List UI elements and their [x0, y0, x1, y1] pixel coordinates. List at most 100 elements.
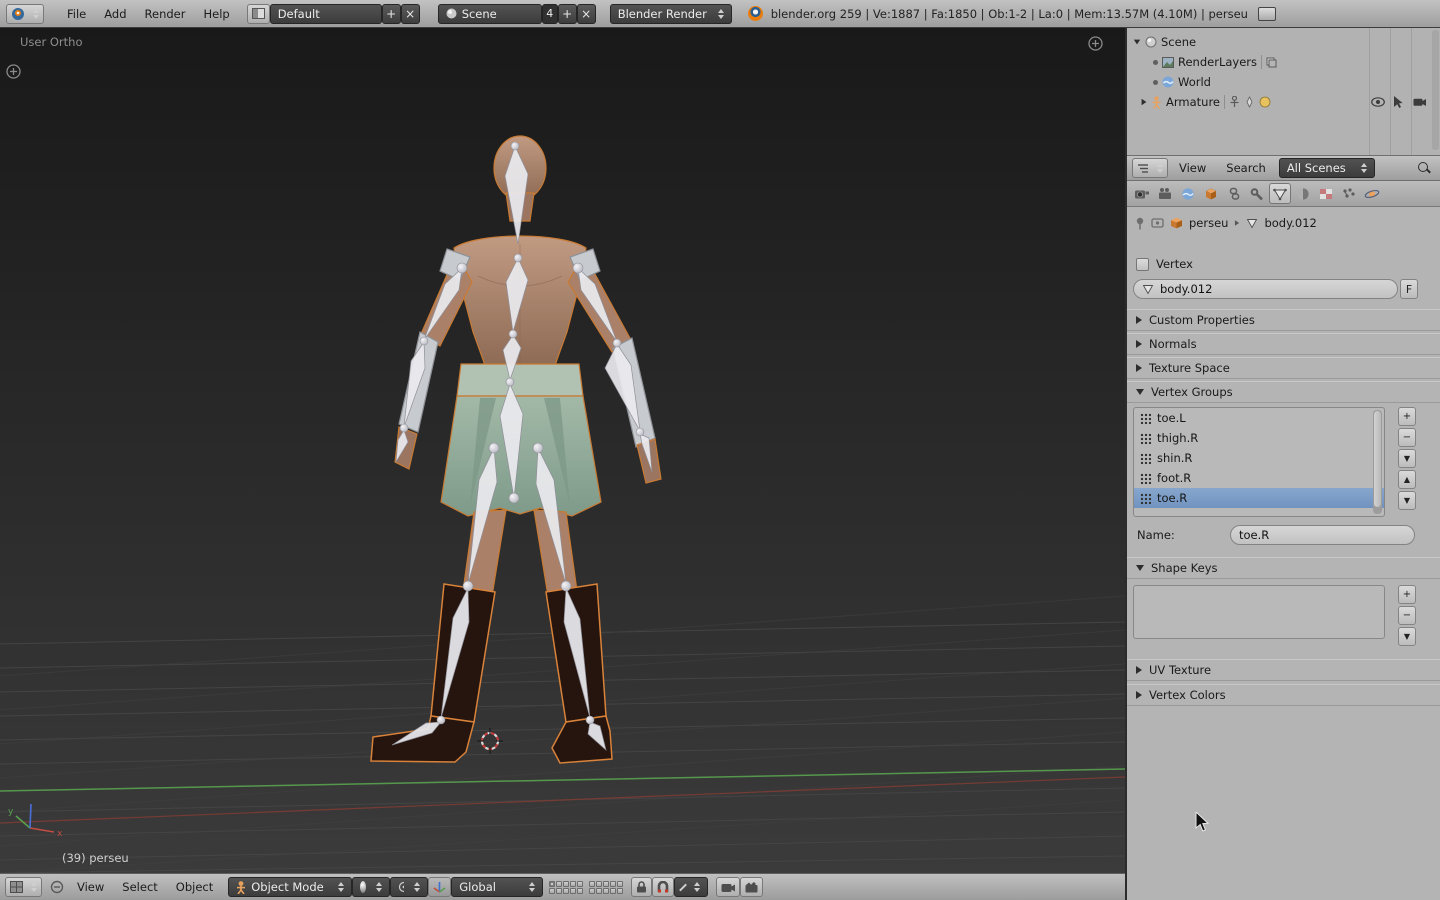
menu-select[interactable]: Select	[113, 880, 166, 894]
panel-normals[interactable]: Normals	[1127, 333, 1440, 355]
3d-viewport[interactable]: x y User Ortho (39) perseu	[0, 28, 1125, 873]
lock-camera-toggle[interactable]	[631, 877, 653, 897]
panel-shape-keys[interactable]: Shape Keys	[1127, 557, 1440, 579]
menu-view[interactable]: View	[1170, 161, 1215, 175]
add-shapekey-button[interactable]: +	[1398, 585, 1416, 604]
shape-keys-list[interactable]	[1133, 585, 1385, 639]
window-duplicate-icon[interactable]	[1257, 6, 1276, 21]
delete-layout-button[interactable]: ×	[400, 3, 420, 24]
panel-uv-texture[interactable]: UV Texture	[1127, 659, 1440, 681]
outliner-display-dropdown[interactable]: All Scenes	[1278, 158, 1375, 178]
menu-help[interactable]: Help	[194, 7, 238, 21]
tab-constraints[interactable]	[1223, 183, 1245, 204]
remove-shapekey-button[interactable]: −	[1398, 606, 1416, 625]
screen-layout-field[interactable]: Default	[269, 3, 382, 24]
list-scrollbar[interactable]	[1373, 410, 1382, 514]
screen-layout-browse-button[interactable]	[246, 3, 270, 24]
expander-down-icon[interactable]	[1133, 39, 1141, 45]
panel-custom-properties[interactable]: Custom Properties	[1127, 309, 1440, 331]
mode-dropdown[interactable]: Object Mode	[228, 877, 353, 897]
shapekey-specials-button[interactable]: ▼	[1398, 627, 1416, 646]
vertex-group-item[interactable]: thigh.R	[1134, 428, 1384, 448]
outliner-row-scene[interactable]: Scene	[1127, 32, 1440, 52]
menu-add[interactable]: Add	[95, 7, 135, 21]
tab-texture[interactable]	[1315, 183, 1337, 204]
properties-region-expand-icon[interactable]	[1088, 36, 1103, 51]
search-icon[interactable]	[1418, 161, 1431, 175]
add-group-button[interactable]: +	[1398, 407, 1416, 426]
vertex-group-label: shin.R	[1157, 451, 1193, 465]
renderability-camera-icon[interactable]	[1413, 97, 1426, 107]
snap-toggle[interactable]	[652, 877, 675, 897]
menu-object[interactable]: Object	[167, 880, 222, 894]
scene-field[interactable]: Scene	[437, 3, 542, 24]
editor-type-button[interactable]	[1132, 158, 1168, 178]
move-group-down-button[interactable]: ▼	[1398, 491, 1416, 510]
plus-icon: +	[386, 6, 397, 21]
layers-widget-left[interactable]	[549, 880, 584, 894]
fake-user-button[interactable]: F	[1400, 279, 1418, 299]
menu-render[interactable]: Render	[136, 7, 195, 21]
opengl-render-still-button[interactable]	[716, 877, 741, 897]
dropdown-arrows-icon	[1152, 163, 1163, 173]
vertex-groups-list: toe.L thigh.R shin.R foot.R toe.R	[1133, 407, 1385, 517]
vertex-group-item[interactable]: shin.R	[1134, 448, 1384, 468]
group-specials-button[interactable]: ▼	[1398, 449, 1416, 468]
layers-widget-right[interactable]	[589, 880, 624, 894]
pin-icon[interactable]	[1135, 217, 1145, 230]
plus-icon: +	[1402, 589, 1412, 600]
tab-render[interactable]	[1131, 183, 1153, 204]
panel-vertex-groups[interactable]: Vertex Groups	[1127, 381, 1440, 403]
tab-material[interactable]	[1292, 183, 1314, 204]
opengl-render-anim-button[interactable]	[740, 877, 764, 897]
panel-collapsed-icon	[1136, 691, 1142, 699]
visibility-eye-icon[interactable]	[1371, 97, 1385, 107]
scene-users-count[interactable]: 4	[541, 3, 558, 24]
mesh-data-icon	[1142, 285, 1154, 295]
tab-scene[interactable]	[1154, 183, 1176, 204]
viewport-shading-dropdown[interactable]	[352, 877, 391, 897]
remove-group-button[interactable]: −	[1398, 428, 1416, 447]
tab-particles[interactable]	[1338, 183, 1360, 204]
panel-vertex-colors[interactable]: Vertex Colors	[1127, 684, 1440, 706]
snap-element-dropdown[interactable]	[674, 877, 709, 897]
pivot-point-dropdown[interactable]	[390, 877, 429, 897]
tab-world[interactable]	[1177, 183, 1199, 204]
breadcrumb-separator-icon	[1235, 220, 1240, 226]
vertex-group-item-selected[interactable]: toe.R	[1134, 488, 1384, 508]
add-scene-button[interactable]: +	[557, 3, 577, 24]
transform-orientation-dropdown[interactable]: Global	[451, 877, 544, 897]
vertex-checkbox[interactable]	[1136, 257, 1149, 271]
manipulator-toggle[interactable]	[428, 877, 452, 897]
vertex-group-label: toe.R	[1157, 491, 1188, 505]
add-layout-button[interactable]: +	[381, 3, 401, 24]
pose-icon	[1230, 96, 1239, 107]
browse-context-icon[interactable]	[1151, 217, 1164, 229]
outliner-row-armature[interactable]: Armature	[1127, 92, 1440, 112]
expander-right-icon[interactable]	[1141, 98, 1147, 106]
tab-object-data[interactable]	[1269, 183, 1291, 204]
menu-search[interactable]: Search	[1217, 161, 1275, 175]
breadcrumb-data[interactable]: body.012	[1264, 216, 1316, 230]
menu-collapse-icon[interactable]	[50, 880, 64, 894]
selectability-arrow-icon[interactable]	[1393, 96, 1404, 108]
outliner-row-renderlayers[interactable]: RenderLayers	[1127, 52, 1440, 72]
delete-scene-button[interactable]: ×	[576, 3, 596, 24]
vertex-group-item[interactable]: toe.L	[1134, 408, 1384, 428]
group-name-field[interactable]: toe.R	[1230, 525, 1415, 545]
panel-texture-space[interactable]: Texture Space	[1127, 357, 1440, 379]
tab-object[interactable]	[1200, 183, 1222, 204]
editor-type-button[interactable]	[6, 3, 44, 24]
menu-view[interactable]: View	[68, 880, 113, 894]
tab-physics[interactable]	[1361, 183, 1383, 204]
tab-modifiers[interactable]	[1246, 183, 1268, 204]
breadcrumb-object[interactable]: perseu	[1189, 216, 1228, 230]
render-engine-dropdown[interactable]: Blender Render	[609, 3, 732, 24]
move-group-up-button[interactable]: ▲	[1398, 470, 1416, 489]
region-expand-icon[interactable]	[6, 64, 21, 79]
vertex-group-item[interactable]: foot.R	[1134, 468, 1384, 488]
menu-file[interactable]: File	[58, 7, 95, 21]
outliner-row-world[interactable]: World	[1127, 72, 1440, 92]
editor-type-button[interactable]	[5, 877, 42, 897]
datablock-name-field[interactable]: body.012	[1133, 279, 1398, 299]
